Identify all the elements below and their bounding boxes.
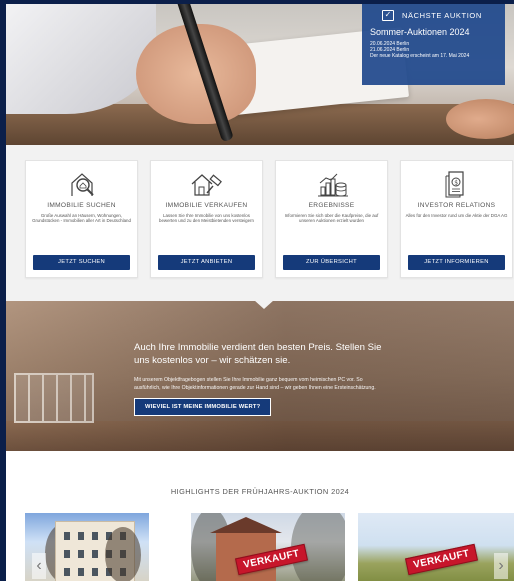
- card-search-property: IMMOBILIE SUCHEN Große Auswahl an Häuser…: [25, 160, 138, 278]
- offer-now-button[interactable]: JETZT ANBIETEN: [158, 255, 255, 270]
- card-results: ERGEBNISSE Informieren Sie sich über die…: [275, 160, 388, 278]
- calendar-check-icon: ✓: [382, 10, 394, 21]
- svg-text:$: $: [454, 180, 458, 187]
- carousel-next-button[interactable]: ›: [494, 553, 508, 579]
- hero-image: ✓ NÄCHSTE AUKTION Sommer-Auktionen 2024 …: [6, 4, 514, 145]
- catalog-note: Der neue Katalog erscheint am 17. Mai 20…: [370, 53, 470, 59]
- feature-cards: IMMOBILIE SUCHEN Große Auswahl an Häuser…: [6, 145, 514, 303]
- card-description: Große Auswahl an Häusern, Wohnungen, Gru…: [32, 213, 131, 224]
- highlight-property-3[interactable]: VERKAUFT: [358, 513, 514, 581]
- card-description: Alles für den Investor rund um die Aktie…: [405, 213, 508, 218]
- inform-now-button[interactable]: JETZT INFORMIEREN: [408, 255, 505, 270]
- next-auction-box[interactable]: ✓ NÄCHSTE AUKTION Sommer-Auktionen 2024 …: [362, 4, 505, 85]
- chart-coins-icon: [317, 173, 348, 197]
- valuation-headline: Auch Ihre Immobilie verdient den besten …: [134, 342, 382, 366]
- card-investor-relations: $ INVESTOR RELATIONS Alles für den Inves…: [400, 160, 513, 278]
- next-auction-title: NÄCHSTE AUKTION: [402, 11, 482, 20]
- section-notch: [254, 301, 274, 309]
- card-title: IMMOBILIE SUCHEN: [47, 202, 116, 209]
- card-description: Informieren Sie sich über die Kaufpreise…: [284, 213, 379, 224]
- highlight-property-2[interactable]: VERKAUFT: [191, 513, 345, 581]
- card-title: INVESTOR RELATIONS: [417, 202, 496, 209]
- page: ✓ NÄCHSTE AUKTION Sommer-Auktionen 2024 …: [6, 4, 514, 581]
- sold-stamp: VERKAUFT: [405, 543, 478, 576]
- highlights-section: HIGHLIGHTS DER FRÜHJAHRS-AUKTION 2024 VE…: [6, 451, 514, 581]
- document-dollar-icon: $: [445, 171, 464, 198]
- highlights-title: HIGHLIGHTS DER FRÜHJAHRS-AUKTION 2024: [170, 487, 350, 496]
- search-now-button[interactable]: JETZT SUCHEN: [33, 255, 130, 270]
- property-value-button[interactable]: WIEVIEL IST MEINE IMMOBILIE WERT?: [134, 398, 272, 417]
- card-title: ERGEBNISSE: [308, 202, 355, 209]
- magnifier-house-icon: [70, 173, 94, 196]
- next-auction-subtitle: Sommer-Auktionen 2024: [370, 27, 470, 37]
- card-sell-property: IMMOBILIE VERKAUFEN Lassen Sie Ihre Immo…: [150, 160, 263, 278]
- house-gavel-icon: [191, 174, 222, 196]
- valuation-body: Mit unserem Objektfragebogen stellen Sie…: [134, 377, 376, 391]
- card-description: Lassen Sie Ihre Immobilie von uns kosten…: [159, 213, 254, 224]
- carousel-prev-button[interactable]: ‹: [32, 553, 46, 579]
- valuation-banner: Auch Ihre Immobilie verdient den besten …: [6, 301, 514, 451]
- card-title: IMMOBILIE VERKAUFEN: [165, 202, 248, 209]
- overview-button[interactable]: ZUR ÜBERSICHT: [283, 255, 380, 270]
